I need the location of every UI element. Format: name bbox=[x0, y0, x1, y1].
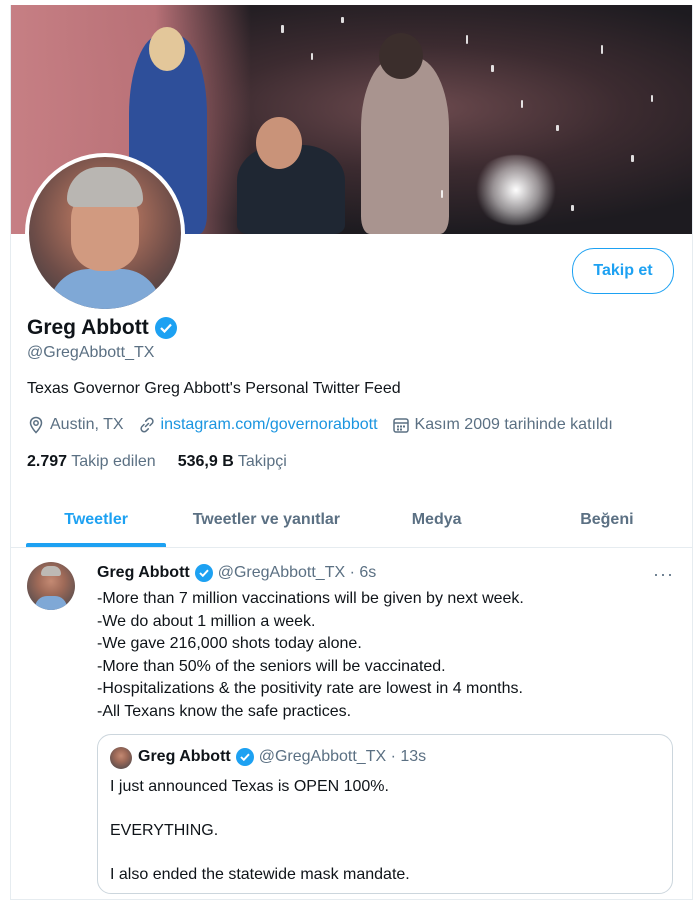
follow-button[interactable]: Takip et bbox=[572, 248, 674, 294]
profile-name-row: Greg Abbott bbox=[27, 316, 177, 340]
verified-badge-icon bbox=[154, 317, 177, 339]
banner-spark bbox=[441, 190, 443, 198]
banner-spark bbox=[281, 25, 284, 33]
profile-location: Austin, TX bbox=[27, 416, 124, 434]
banner-spark bbox=[521, 100, 523, 108]
followers-count-link[interactable]: 536,9 B Takipçi bbox=[178, 453, 287, 471]
tweet-line: -Hospitalizations & the positivity rate … bbox=[97, 680, 523, 697]
banner-spark bbox=[341, 17, 344, 23]
banner-figure-man-head bbox=[256, 117, 302, 169]
tweet-line: -We gave 216,000 shots today alone. bbox=[97, 635, 362, 652]
tweet-handle-time[interactable]: @GregAbbott_TX · 6s bbox=[218, 564, 377, 582]
link-icon bbox=[139, 417, 154, 433]
tab-tweets[interactable]: Tweetler bbox=[11, 493, 181, 547]
following-count-link[interactable]: 2.797 Takip edilen bbox=[27, 453, 156, 471]
banner-spark bbox=[311, 53, 313, 60]
avatar-hair bbox=[67, 167, 143, 207]
calendar-icon bbox=[392, 418, 409, 433]
location-text: Austin, TX bbox=[50, 416, 124, 433]
followers-count: 536,9 B bbox=[177, 453, 234, 470]
joined-text: Kasım 2009 tarihinde katıldı bbox=[414, 416, 613, 433]
banner-spark bbox=[601, 45, 603, 54]
tab-media[interactable]: Medya bbox=[352, 493, 522, 547]
banner-spark bbox=[571, 205, 574, 211]
tweet-header: Greg Abbott @GregAbbott_TX · 6s bbox=[97, 564, 376, 582]
quoted-tweet-handle-time: @GregAbbott_TX · 13s bbox=[258, 748, 427, 765]
banner-figure-third-head bbox=[379, 33, 423, 79]
profile-counts: 2.797 Takip edilen 536,9 B Takipçi bbox=[27, 453, 287, 471]
tweet[interactable]: Greg Abbott @GregAbbott_TX · 6s ··· -Mor… bbox=[11, 548, 692, 899]
website-link[interactable]: instagram.com/governorabbott bbox=[161, 416, 378, 434]
banner-firework-glow bbox=[471, 155, 561, 225]
banner-spark bbox=[466, 35, 468, 44]
location-pin-icon bbox=[29, 416, 43, 434]
profile-avatar[interactable] bbox=[25, 153, 185, 313]
quoted-tweet-line: EVERYTHING. bbox=[110, 822, 219, 839]
profile-avatar-image bbox=[29, 157, 181, 309]
tweet-text: -More than 7 million vaccinations will b… bbox=[97, 588, 524, 723]
quoted-tweet-text: I just announced Texas is OPEN 100%. EVE… bbox=[110, 776, 410, 899]
tweet-avatar[interactable] bbox=[27, 562, 75, 610]
profile-name: Greg Abbott bbox=[27, 316, 149, 339]
tweet-line: -All Texans know the safe practices. bbox=[97, 702, 352, 720]
verified-badge-icon bbox=[235, 748, 254, 766]
following-count: 2.797 bbox=[27, 453, 68, 470]
tweet-line: -We do about 1 million a week. bbox=[97, 612, 316, 630]
banner-spark bbox=[491, 65, 494, 72]
profile-website[interactable]: instagram.com/governorabbott bbox=[138, 416, 378, 434]
tweet-avatar-hair bbox=[41, 566, 61, 576]
tab-tweets-and-replies[interactable]: Tweetler ve yanıtlar bbox=[181, 493, 351, 547]
quoted-tweet[interactable]: Greg Abbott @GregAbbott_TX · 13s I just … bbox=[97, 734, 673, 894]
quoted-tweet-line: I just announced Texas is OPEN 100%. bbox=[110, 778, 389, 795]
quoted-tweet-header: Greg Abbott @GregAbbott_TX · 13s bbox=[138, 748, 426, 766]
banner-figure-woman-head bbox=[149, 27, 185, 71]
profile-page: Takip et Greg Abbott @GregAbbott_TX Texa… bbox=[10, 5, 693, 900]
quoted-tweet-line: I also ended the statewide mask mandate. bbox=[110, 866, 410, 883]
profile-handle: @GregAbbott_TX bbox=[27, 344, 155, 361]
followers-label: Takipçi bbox=[237, 453, 287, 470]
banner-spark bbox=[631, 155, 634, 162]
profile-meta: Austin, TX instagram.com/governorabbott … bbox=[27, 416, 627, 434]
following-label: Takip edilen bbox=[71, 453, 156, 470]
tweet-author-name[interactable]: Greg Abbott bbox=[97, 564, 190, 582]
profile-bio: Texas Governor Greg Abbott's Personal Tw… bbox=[27, 380, 401, 397]
quoted-tweet-avatar bbox=[110, 747, 132, 769]
banner-spark bbox=[556, 125, 559, 131]
tweet-avatar-shirt bbox=[35, 596, 67, 610]
banner-spark bbox=[651, 95, 653, 102]
profile-tabs: Tweetler Tweetler ve yanıtlar Medya Beğe… bbox=[11, 493, 692, 548]
verified-badge-icon bbox=[194, 564, 213, 582]
more-options-icon[interactable]: ··· bbox=[653, 564, 674, 585]
tab-likes[interactable]: Beğeni bbox=[522, 493, 692, 547]
avatar-shirt bbox=[49, 269, 161, 309]
banner-figure-third bbox=[361, 57, 449, 234]
profile-joined: Kasım 2009 tarihinde katıldı bbox=[392, 416, 613, 434]
quoted-tweet-author-name: Greg Abbott bbox=[138, 748, 231, 765]
tweet-line: -More than 7 million vaccinations will b… bbox=[97, 590, 524, 607]
tweet-line: -More than 50% of the seniors will be va… bbox=[97, 657, 446, 675]
